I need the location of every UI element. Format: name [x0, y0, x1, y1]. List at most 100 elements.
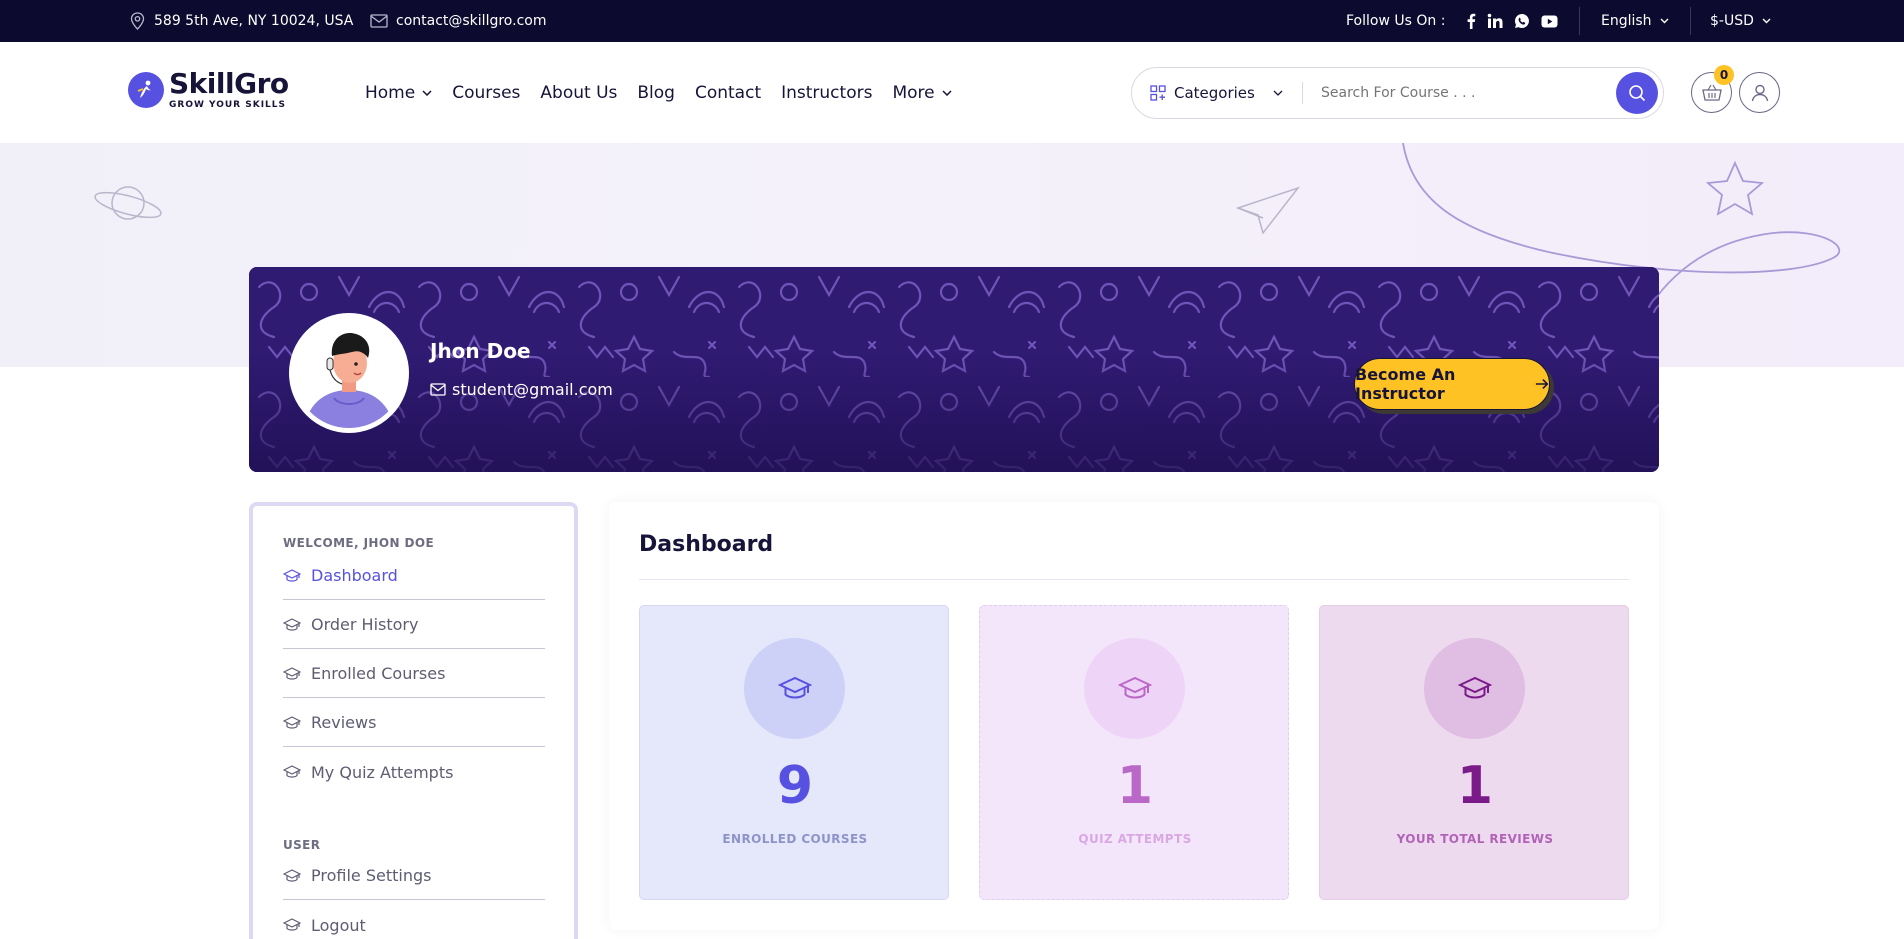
facebook-icon[interactable]: [1466, 13, 1476, 29]
sidebar-item-order-history[interactable]: Order History: [283, 601, 545, 649]
top-bar: 589 5th Ave, NY 10024, USA contact@skill…: [0, 0, 1904, 42]
sidebar-item-label[interactable]: Logout: [311, 916, 366, 935]
categories-label[interactable]: Categories: [1174, 84, 1255, 102]
sidebar-item-profile-settings[interactable]: Profile Settings: [283, 852, 545, 900]
become-instructor-button[interactable]: Become An Instructor: [1354, 358, 1550, 410]
stat-label: QUIZ ATTEMPTS: [1078, 832, 1192, 846]
sidebar-item-enrolled-courses[interactable]: Enrolled Courses: [283, 650, 545, 698]
graduation-cap-icon: [1117, 676, 1152, 698]
search-bar: Categories: [1131, 67, 1664, 119]
account-button[interactable]: [1739, 72, 1780, 113]
divider: [1579, 7, 1580, 35]
chevron-down-icon: [422, 89, 432, 96]
sidebar-item-dashboard[interactable]: Dashboard: [283, 552, 545, 600]
stat-icon-circle: [1084, 638, 1185, 739]
social-links: Follow Us On :: [1346, 0, 1558, 42]
sidebar-item-label[interactable]: Order History: [311, 615, 418, 634]
stat-value: 9: [776, 756, 814, 816]
avatar: [289, 313, 409, 433]
nav-more[interactable]: More: [892, 83, 952, 103]
contact-email-text[interactable]: contact@skillgro.com: [396, 13, 546, 29]
chevron-down-icon: [942, 89, 952, 96]
graduation-cap-icon: [777, 676, 812, 698]
stat-label: ENROLLED COURSES: [722, 832, 868, 846]
nav-instructors-label[interactable]: Instructors: [781, 83, 872, 103]
sidebar-item-label[interactable]: Profile Settings: [311, 866, 431, 885]
search-input[interactable]: [1303, 85, 1603, 101]
graduation-cap-icon: [283, 617, 301, 631]
sidebar-item-label[interactable]: Enrolled Courses: [311, 664, 445, 683]
become-instructor-label[interactable]: Become An Instructor: [1355, 365, 1527, 403]
dashboard-panel: Dashboard 9 ENROLLED COURSES 1 QUIZ ATTE…: [609, 502, 1659, 930]
grid-icon: [1150, 85, 1166, 101]
stat-icon-circle: [1424, 638, 1525, 739]
nav-home-label[interactable]: Home: [365, 83, 415, 103]
student-avatar-illustration: [294, 318, 404, 428]
profile-email: student@gmail.com: [430, 380, 613, 399]
nav-contact[interactable]: Contact: [695, 83, 761, 103]
dashboard-sidebar: WELCOME, JHON DOE Dashboard Order Histor…: [249, 502, 578, 939]
logo-mark-icon: [128, 72, 164, 108]
graduation-cap-icon: [283, 765, 301, 778]
graduation-cap-icon: [283, 868, 301, 882]
currency-value[interactable]: $-USD: [1710, 13, 1754, 29]
language-value[interactable]: English: [1601, 13, 1652, 29]
sidebar-item-reviews[interactable]: Reviews: [283, 699, 545, 747]
logo[interactable]: SkillGro GROW YOUR SKILLS: [128, 70, 289, 110]
divider: [639, 579, 1629, 580]
graduation-cap-icon: [283, 666, 301, 680]
address: 589 5th Ave, NY 10024, USA: [128, 0, 353, 42]
graduation-cap-icon: [283, 568, 301, 582]
mail-icon: [430, 383, 446, 396]
nav-contact-label[interactable]: Contact: [695, 83, 761, 103]
logo-tagline: GROW YOUR SKILLS: [169, 100, 287, 110]
basket-icon: [1701, 84, 1722, 101]
contact-email[interactable]: contact@skillgro.com: [370, 0, 546, 42]
nav-courses[interactable]: Courses: [452, 83, 520, 103]
divider: [1690, 7, 1691, 35]
stat-card-enrolled-courses: 9 ENROLLED COURSES: [639, 605, 949, 900]
chevron-down-icon: [1660, 18, 1669, 24]
cart-button[interactable]: 0: [1691, 65, 1734, 113]
whatsapp-icon[interactable]: [1514, 13, 1530, 29]
chevron-down-icon: [1762, 18, 1771, 24]
sidebar-item-quiz-attempts[interactable]: My Quiz Attempts: [283, 748, 545, 796]
address-text: 589 5th Ave, NY 10024, USA: [154, 13, 354, 29]
profile-banner: Jhon Doe student@gmail.com Become An Ins…: [249, 267, 1659, 472]
currency-dropdown[interactable]: $-USD: [1710, 0, 1771, 42]
categories-dropdown[interactable]: Categories: [1132, 84, 1302, 102]
search-icon: [1629, 85, 1646, 102]
arrow-right-icon: [1535, 379, 1549, 389]
stat-card-quiz-attempts: 1 QUIZ ATTEMPTS: [979, 605, 1289, 900]
main-header: SkillGro GROW YOUR SKILLS Home Courses A…: [0, 42, 1904, 143]
chevron-down-icon: [1273, 90, 1283, 96]
sidebar-welcome-heading: WELCOME, JHON DOE: [283, 536, 435, 550]
location-pin-icon: [128, 12, 146, 30]
cart-count-badge: 0: [1714, 65, 1734, 85]
nav-blog[interactable]: Blog: [637, 83, 675, 103]
nav-about-us[interactable]: About Us: [540, 83, 617, 103]
stat-value: 1: [1456, 756, 1494, 816]
nav-more-label[interactable]: More: [892, 83, 934, 103]
sidebar-item-label[interactable]: Dashboard: [311, 566, 398, 585]
nav-blog-label[interactable]: Blog: [637, 83, 675, 103]
sidebar-item-logout[interactable]: Logout: [283, 901, 545, 939]
graduation-cap-icon: [1457, 676, 1492, 698]
profile-name: Jhon Doe: [430, 339, 531, 363]
graduation-cap-icon: [283, 918, 301, 931]
sidebar-item-label[interactable]: My Quiz Attempts: [311, 763, 453, 782]
nav-courses-label[interactable]: Courses: [452, 83, 520, 103]
nav-home[interactable]: Home: [365, 83, 432, 103]
user-icon: [1751, 84, 1768, 101]
youtube-icon[interactable]: [1541, 15, 1558, 28]
stat-card-total-reviews: 1 YOUR TOTAL REVIEWS: [1319, 605, 1629, 900]
sidebar-item-label[interactable]: Reviews: [311, 713, 376, 732]
follow-label: Follow Us On :: [1346, 13, 1446, 29]
page-title: Dashboard: [639, 532, 774, 557]
nav-about-label[interactable]: About Us: [540, 83, 617, 103]
language-dropdown[interactable]: English: [1601, 0, 1669, 42]
search-button[interactable]: [1616, 72, 1658, 114]
main-nav: Home Courses About Us Blog Contact Instr…: [365, 42, 972, 143]
linkedin-icon[interactable]: [1487, 13, 1503, 29]
nav-instructors[interactable]: Instructors: [781, 83, 872, 103]
